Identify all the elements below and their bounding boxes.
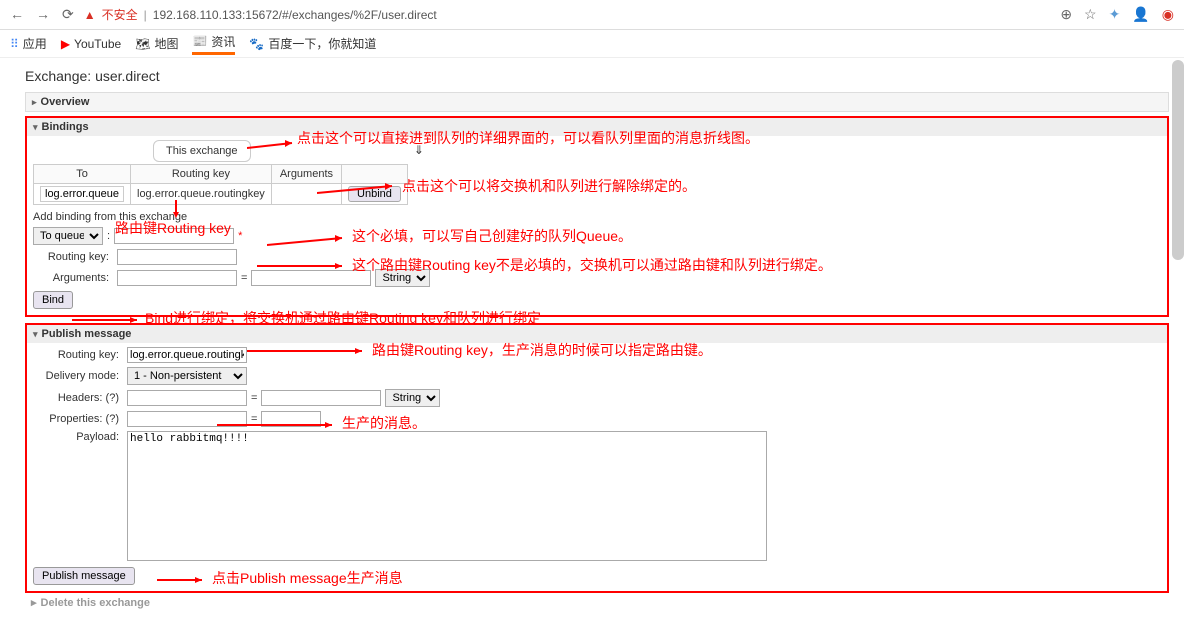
annotation-publish: 点击Publish message生产消息	[212, 568, 403, 588]
to-queue-select[interactable]: To queue	[33, 227, 103, 245]
header-val-input[interactable]	[261, 390, 381, 406]
chevron-right-icon: ▸	[32, 97, 37, 108]
annotation-queue-link: 点击这个可以直接进到队列的详细界面的，可以看队列里面的消息折线图。	[297, 128, 759, 148]
chevron-down-icon: ▾	[33, 329, 38, 340]
props-label: Properties: (?)	[33, 413, 123, 425]
delete-section[interactable]: ▸ Delete this exchange	[25, 593, 1169, 612]
routing-key-cell: log.error.queue.routingkey	[131, 184, 272, 205]
apps-shortcut[interactable]: ⠿应用	[10, 35, 47, 52]
this-exchange-box: This exchange	[153, 140, 251, 162]
chevron-down-icon: ▾	[33, 122, 38, 133]
warning-icon: ▲	[84, 8, 96, 22]
bookmark-baidu[interactable]: 🐾百度一下，你就知道	[249, 35, 376, 52]
bookmark-youtube[interactable]: ▶YouTube	[61, 37, 121, 51]
forward-icon[interactable]: →	[36, 6, 50, 23]
user-icon[interactable]: 👤	[1132, 6, 1149, 23]
annotation-unbind: 点击这个可以将交换机和队列进行解除绑定的。	[402, 176, 696, 196]
extension-icon[interactable]: ◉	[1162, 6, 1174, 23]
overview-section[interactable]: ▸ Overview	[25, 92, 1169, 112]
url-text: 192.168.110.133:15672/#/exchanges/%2F/us…	[153, 8, 437, 22]
delivery-label: Delivery mode:	[33, 370, 123, 382]
header-key-input[interactable]	[127, 390, 247, 406]
bookmark-news[interactable]: 📰资讯	[192, 33, 235, 55]
annotation-pub-routing: 路由键Routing key，生产消息的时候可以指定路由键。	[372, 340, 712, 360]
arg-key-input[interactable]	[117, 270, 237, 286]
annotation-routing-optional: 这个路由键Routing key不是必填的，交换机可以通过路由键和队列进行绑定。	[352, 255, 832, 275]
th-to: To	[34, 165, 131, 184]
page-title: Exchange: user.direct	[25, 68, 1169, 84]
header-type-select[interactable]: String	[385, 389, 440, 407]
insecure-label: 不安全	[102, 6, 138, 23]
bird-icon[interactable]: ✦	[1109, 6, 1121, 23]
reload-icon[interactable]: ⟳	[62, 6, 74, 23]
publish-button[interactable]: Publish message	[33, 567, 135, 585]
star-icon[interactable]: ☆	[1084, 6, 1097, 23]
back-icon[interactable]: ←	[10, 6, 24, 23]
delivery-mode-select[interactable]: 1 - Non-persistent	[127, 367, 247, 385]
annotation-payload: 生产的消息。	[342, 413, 426, 433]
bind-button[interactable]: Bind	[33, 291, 73, 309]
annotation-queue-required: 这个必填，可以写自己创建好的队列Queue。	[352, 226, 632, 246]
queue-link[interactable]: log.error.queue	[40, 186, 124, 202]
pub-routing-label: Routing key:	[33, 349, 123, 361]
arguments-label: Arguments:	[33, 272, 113, 284]
scrollbar[interactable]	[1172, 60, 1184, 260]
pub-routing-input[interactable]	[127, 347, 247, 363]
bookmark-maps[interactable]: 🗺地图	[135, 35, 178, 52]
bookmarks-bar: ⠿应用 ▶YouTube 🗺地图 📰资讯 🐾百度一下，你就知道	[0, 30, 1184, 58]
headers-label: Headers: (?)	[33, 392, 123, 404]
payload-label: Payload:	[33, 431, 123, 443]
payload-input[interactable]: hello rabbitmq!!!!	[127, 431, 767, 561]
annotation-routing-key: 路由键Routing key	[115, 218, 231, 238]
routing-key-label: Routing key:	[33, 251, 113, 263]
browser-toolbar: ← → ⟳ ▲ 不安全 | 192.168.110.133:15672/#/ex…	[0, 0, 1184, 30]
routing-key-input[interactable]	[117, 249, 237, 265]
chevron-right-icon: ▸	[31, 596, 37, 609]
url-bar[interactable]: ▲ 不安全 | 192.168.110.133:15672/#/exchange…	[84, 6, 1051, 23]
search-icon[interactable]: ⊕	[1060, 6, 1072, 23]
th-routing: Routing key	[131, 165, 272, 184]
